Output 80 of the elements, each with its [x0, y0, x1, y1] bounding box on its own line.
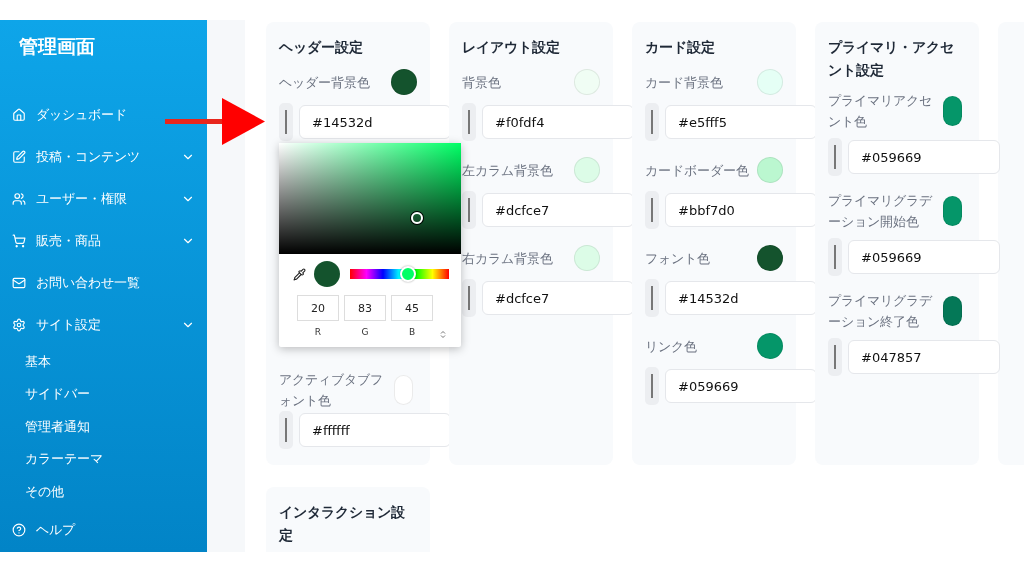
cart-icon	[12, 234, 26, 248]
drag-handle[interactable]	[279, 103, 293, 141]
drag-handle[interactable]	[645, 103, 659, 141]
edit-icon	[12, 150, 26, 164]
color-swatch[interactable]	[943, 296, 962, 326]
mail-icon	[12, 276, 26, 290]
field-label: プライマリグラデーション終了色	[828, 292, 934, 331]
drag-handle[interactable]	[645, 191, 659, 229]
drag-handle[interactable]	[279, 411, 293, 449]
hex-input[interactable]: #dcfce7	[482, 281, 634, 315]
hex-input[interactable]: #f0fdf4	[482, 105, 634, 139]
hex-input[interactable]: #bbf7d0	[665, 193, 817, 227]
toggle-icon[interactable]	[440, 330, 446, 339]
drag-handle[interactable]	[645, 279, 659, 317]
drag-handle[interactable]	[645, 367, 659, 405]
channel-label: R	[314, 327, 322, 337]
drag-handle[interactable]	[828, 238, 842, 276]
hex-input[interactable]: #047857	[848, 340, 1000, 374]
hex-input[interactable]: #e5fff5	[665, 105, 817, 139]
color-swatch[interactable]	[943, 96, 962, 126]
field-label: アクティブタブフォント色	[279, 371, 384, 410]
nav-item[interactable]: ヘルプ	[0, 508, 207, 551]
drag-handle[interactable]	[462, 103, 476, 141]
nav-subitem[interactable]: 管理者通知	[0, 411, 207, 444]
field-label: ヘッダー背景色	[279, 73, 370, 92]
hex-input[interactable]: #059669	[848, 240, 1000, 274]
field-label: 左カラム背景色	[462, 161, 553, 180]
drag-handle[interactable]	[462, 191, 476, 229]
drag-handle[interactable]	[828, 338, 842, 376]
picker-handle[interactable]	[411, 211, 424, 224]
hex-input[interactable]: #059669	[665, 369, 817, 403]
hex-input[interactable]: #ffffff	[299, 413, 451, 447]
users-icon	[12, 192, 26, 206]
color-swatch[interactable]	[943, 196, 962, 226]
color-swatch[interactable]	[574, 157, 600, 183]
channel-label: B	[408, 327, 416, 337]
saturation-area[interactable]	[279, 143, 461, 254]
card-title: プライマリ・アクセント設定	[828, 38, 955, 80]
field-label: カード背景色	[645, 73, 723, 92]
hex-input[interactable]: #dcfce7	[482, 193, 634, 227]
hex-input[interactable]: #14532d	[299, 105, 451, 139]
card-title: カード設定	[645, 38, 716, 57]
color-swatch[interactable]	[757, 333, 783, 359]
drag-handle[interactable]	[462, 279, 476, 317]
field-label: リンク色	[645, 337, 697, 356]
color-swatch[interactable]	[391, 69, 417, 95]
arrow-icon	[165, 98, 265, 145]
color-swatch[interactable]	[574, 245, 600, 271]
color-swatch[interactable]	[757, 157, 783, 183]
help-icon	[12, 522, 26, 537]
sidebar-title: 管理画面	[18, 34, 96, 59]
nav-subitem[interactable]: 基本	[0, 346, 207, 379]
color-swatch[interactable]	[757, 245, 783, 271]
nav-subitem[interactable]: その他	[0, 476, 207, 509]
card-title: インタラクション設定	[279, 503, 406, 545]
hue-slider[interactable]	[350, 269, 449, 279]
home-icon	[12, 108, 26, 122]
drag-handle[interactable]	[828, 138, 842, 176]
channel-label: G	[361, 327, 369, 337]
card-title: レイアウト設定	[462, 38, 561, 57]
card-title: ヘッダー設定	[279, 38, 364, 57]
color-picker-dialog[interactable]: 20 R 83 G 45 B	[279, 143, 461, 347]
color-swatch[interactable]	[757, 69, 783, 95]
settings-icon	[12, 318, 26, 332]
hex-input[interactable]: #14532d	[665, 281, 817, 315]
hex-input[interactable]: #059669	[848, 140, 1000, 174]
nav-subitem[interactable]: サイドバー	[0, 378, 207, 411]
color-swatch[interactable]	[574, 69, 600, 95]
channel-field[interactable]: 45	[391, 295, 433, 321]
field-label: プライマリアクセント色	[828, 92, 933, 131]
field-label: カードボーダー色	[645, 161, 749, 180]
eyedropper-icon[interactable]	[293, 267, 306, 281]
hue-thumb[interactable]	[400, 266, 417, 282]
field-label: 背景色	[462, 73, 501, 92]
channel-field[interactable]: 83	[344, 295, 386, 321]
field-label: フォント色	[645, 249, 710, 268]
nav-subitem[interactable]: カラーテーマ	[0, 443, 207, 476]
channel-field[interactable]: 20	[297, 295, 339, 321]
field-label: プライマリグラデーション開始色	[828, 192, 934, 231]
field-label: 右カラム背景色	[462, 249, 553, 268]
